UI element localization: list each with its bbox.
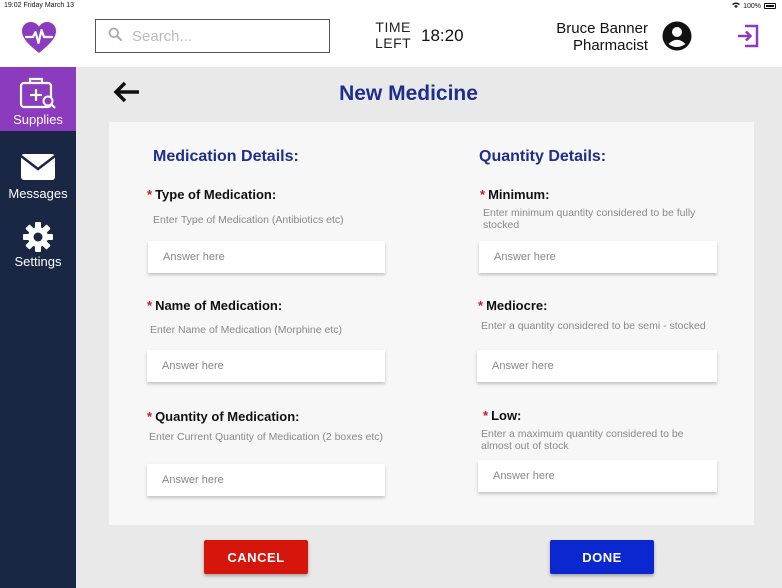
- minimum-label: * Minimum:: [480, 187, 549, 202]
- search-box[interactable]: [95, 19, 330, 53]
- quantity-details-title: Quantity Details:: [479, 148, 607, 165]
- avatar-icon[interactable]: [662, 21, 692, 51]
- field-label-text: Low:: [491, 408, 522, 423]
- mediocre-input[interactable]: [477, 350, 717, 382]
- time-left-line2: LEFT: [375, 35, 412, 51]
- mediocre-label: * Mediocre:: [478, 298, 547, 313]
- name-of-medication-input[interactable]: [147, 350, 385, 382]
- battery-percent: 100%: [743, 2, 761, 10]
- page-title: New Medicine: [339, 82, 478, 105]
- mediocre-hint: Enter a quantity considered to be semi -…: [481, 320, 706, 332]
- quantity-of-medication-input[interactable]: [147, 464, 385, 496]
- sidebar-item-label: Messages: [8, 186, 68, 201]
- required-marker: *: [480, 187, 486, 202]
- battery-icon: [764, 3, 776, 9]
- logout-icon[interactable]: [736, 24, 760, 48]
- search-input[interactable]: [132, 27, 312, 45]
- field-label-text: Name of Medication:: [155, 298, 283, 313]
- type-of-medication-label: * Type of Medication:: [147, 187, 276, 202]
- cancel-button[interactable]: CANCEL: [204, 540, 308, 574]
- sidebar: Supplies Messages Settings: [0, 67, 76, 588]
- envelope-icon: [20, 153, 56, 184]
- low-hint: Enter a maximum quantity considered to b…: [481, 428, 684, 452]
- top-header: TIME LEFT 18:20 Bruce Banner Pharmacist: [0, 12, 782, 67]
- required-marker: *: [483, 408, 489, 423]
- type-of-medication-input[interactable]: [148, 241, 385, 273]
- heart-pulse-logo-icon[interactable]: [20, 19, 58, 57]
- quantity-of-medication-label: * Quantity of Medication:: [147, 409, 300, 424]
- status-bar: 19:02 Friday March 13 100%: [0, 0, 782, 12]
- gear-icon: [22, 221, 54, 256]
- required-marker: *: [147, 187, 153, 202]
- time-left-label: TIME LEFT: [375, 19, 411, 51]
- status-right: 100%: [732, 2, 776, 10]
- minimum-hint: Enter minimum quantity considered to be …: [483, 207, 696, 231]
- user-role: Pharmacist: [572, 37, 648, 54]
- time-left-line1: TIME: [375, 19, 411, 35]
- done-button[interactable]: DONE: [550, 540, 654, 574]
- sidebar-item-settings[interactable]: Settings: [0, 209, 76, 273]
- low-input[interactable]: [478, 460, 717, 492]
- medication-details-title: Medication Details:: [153, 148, 299, 165]
- search-icon: [108, 27, 122, 46]
- required-marker: *: [147, 409, 153, 424]
- field-label-text: Mediocre:: [486, 298, 548, 313]
- field-label-text: Minimum:: [488, 187, 550, 202]
- time-left-value: 18:20: [421, 26, 464, 45]
- type-of-medication-hint: Enter Type of Medication (Antibiotics et…: [153, 214, 344, 226]
- required-marker: *: [147, 298, 153, 313]
- wifi-icon: [732, 2, 741, 10]
- field-label-text: Quantity of Medication:: [155, 409, 300, 424]
- name-of-medication-label: * Name of Medication:: [147, 298, 282, 313]
- sidebar-item-label: Settings: [14, 254, 62, 269]
- quantity-of-medication-hint: Enter Current Quantity of Medication (2 …: [149, 431, 384, 443]
- sidebar-item-messages[interactable]: Messages: [0, 141, 76, 205]
- minimum-input[interactable]: [479, 241, 717, 273]
- required-marker: *: [478, 298, 484, 313]
- user-info: Bruce Banner Pharmacist: [556, 20, 648, 54]
- status-time-date: 19:02 Friday March 13: [4, 2, 75, 9]
- field-label-text: Type of Medication:: [155, 187, 277, 202]
- name-of-medication-hint: Enter Name of Medication (Morphine etc): [150, 324, 342, 336]
- sidebar-item-label: Supplies: [13, 112, 63, 127]
- user-name: Bruce Banner: [556, 20, 648, 37]
- low-label: * Low:: [483, 408, 521, 423]
